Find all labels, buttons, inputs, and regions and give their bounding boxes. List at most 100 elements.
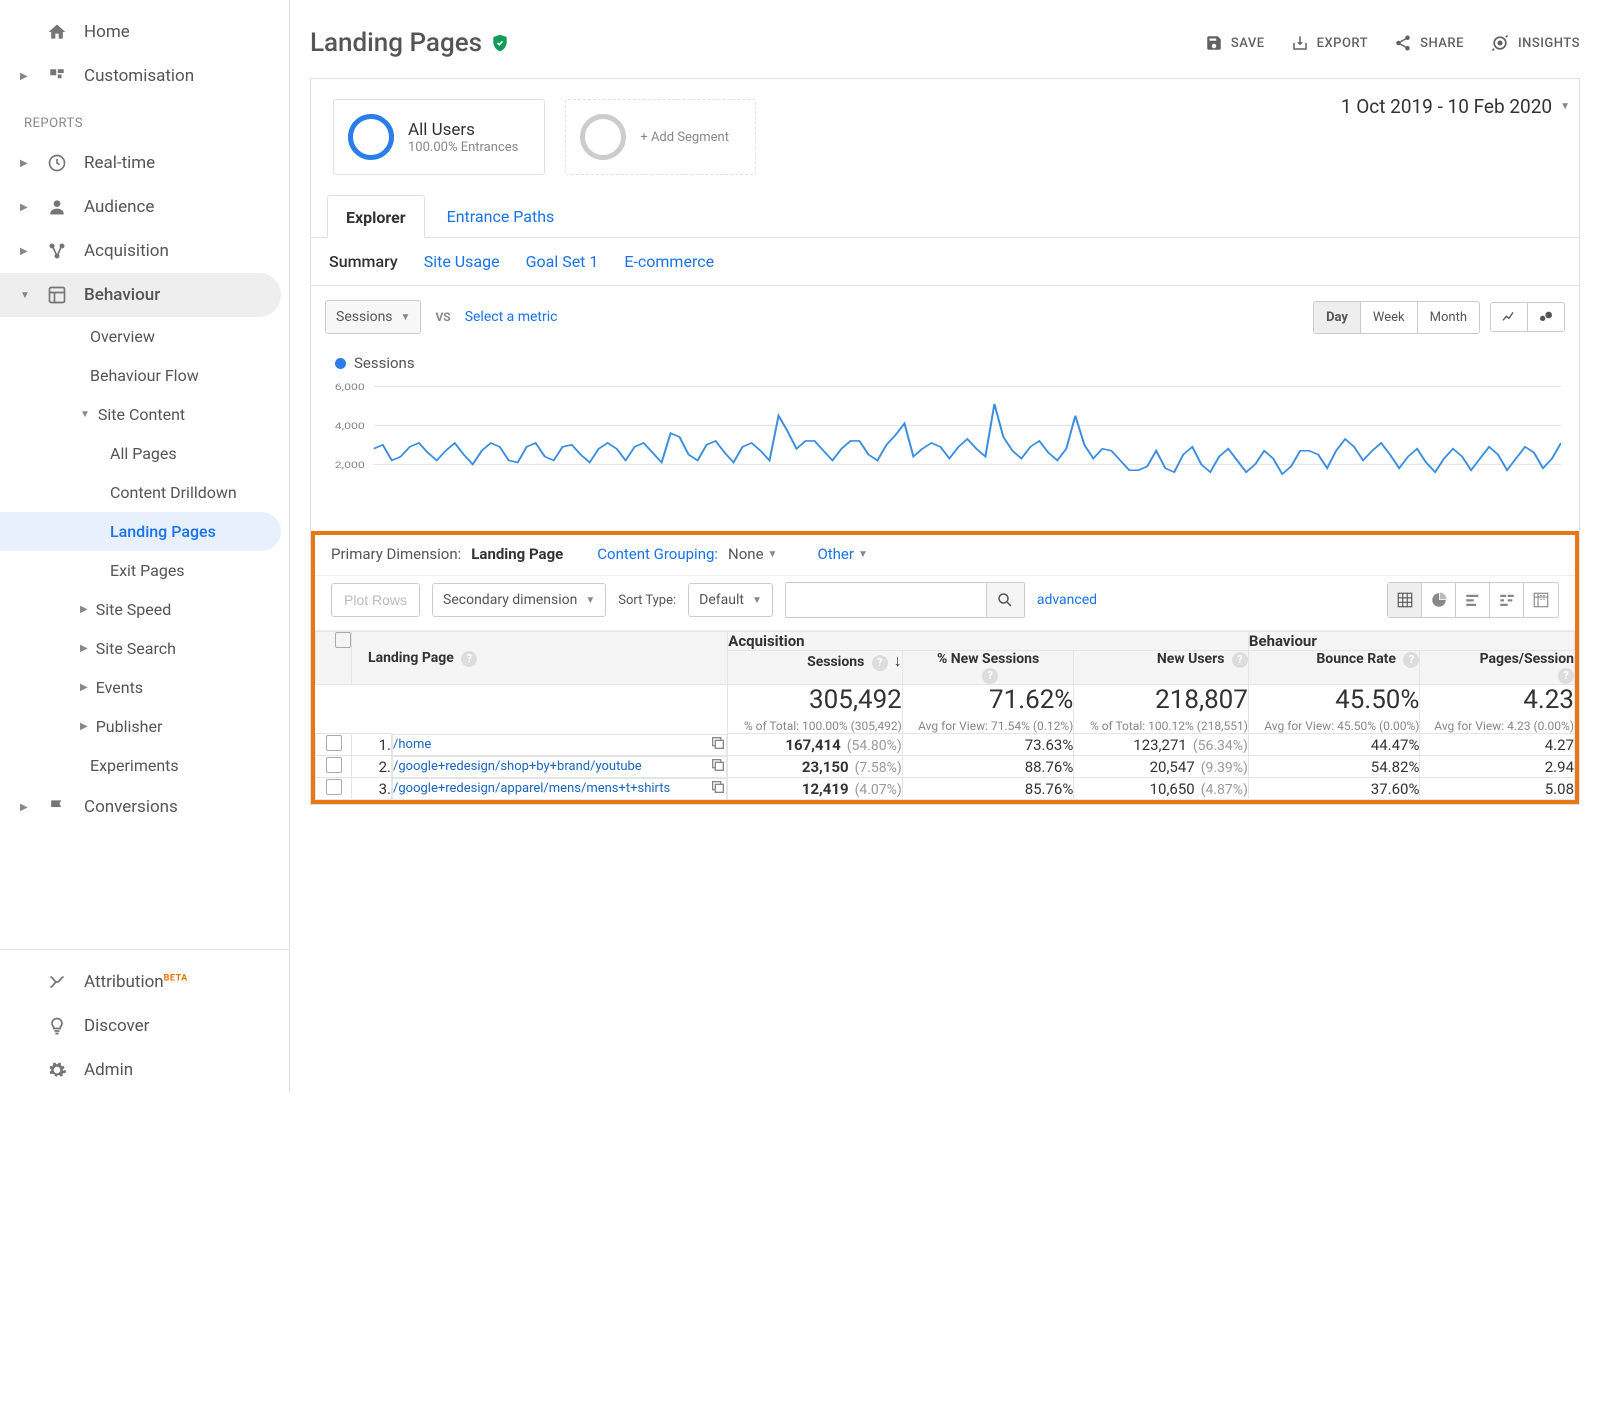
subtab-summary[interactable]: Summary	[329, 252, 398, 271]
nav-overview[interactable]: Overview	[0, 317, 289, 356]
help-icon[interactable]: ?	[982, 668, 998, 684]
add-segment-button[interactable]: + Add Segment	[565, 99, 756, 175]
help-icon[interactable]: ?	[1558, 668, 1574, 684]
cell-sessions-pct: (54.80%)	[847, 738, 902, 754]
col-new-users[interactable]: New Users	[1157, 651, 1225, 667]
landing-page-link[interactable]: /google+redesign/shop+by+brand/youtube	[393, 759, 642, 774]
nav-site-speed[interactable]: ▶Site Speed	[0, 590, 289, 629]
other-dropdown[interactable]: Other▼	[817, 545, 867, 563]
row-checkbox[interactable]	[326, 779, 342, 795]
sort-type-value: Default	[699, 592, 744, 608]
nav-home[interactable]: Home	[0, 10, 289, 54]
nav-admin[interactable]: Admin	[0, 1048, 289, 1092]
nav-discover[interactable]: Discover	[0, 1004, 289, 1048]
col-sessions[interactable]: Sessions	[807, 654, 864, 670]
data-table: Landing Page ? Acquisition Behaviour Ses…	[315, 631, 1575, 800]
landing-page-link[interactable]: /home	[393, 737, 431, 752]
caret-right-icon: ▶	[20, 802, 30, 813]
time-day[interactable]: Day	[1314, 302, 1361, 333]
nav-acquisition[interactable]: ▶ Acquisition	[0, 229, 289, 273]
nav-exit-pages[interactable]: Exit Pages	[0, 551, 289, 590]
row-checkbox[interactable]	[326, 757, 342, 773]
nav-experiments[interactable]: Experiments	[0, 746, 289, 785]
help-icon[interactable]: ?	[461, 651, 477, 667]
content-grouping-dropdown[interactable]: None▼	[728, 545, 777, 563]
svg-text:2,000: 2,000	[335, 459, 365, 470]
advanced-link[interactable]: advanced	[1037, 592, 1097, 608]
sidebar: Home ▶ Customisation REPORTS ▶ Real-time…	[0, 0, 290, 1092]
total-pct-new: 71.62%	[903, 685, 1074, 715]
export-label: EXPORT	[1317, 36, 1368, 51]
primary-dimension-value[interactable]: Landing Page	[471, 545, 563, 563]
search-input[interactable]	[786, 583, 986, 617]
time-month[interactable]: Month	[1418, 302, 1479, 333]
nav-behaviour-flow[interactable]: Behaviour Flow	[0, 356, 289, 395]
nav-conversions-label: Conversions	[84, 797, 178, 817]
landing-page-link[interactable]: /google+redesign/apparel/mens/mens+t+shi…	[393, 781, 670, 796]
view-pivot-icon[interactable]	[1524, 583, 1558, 617]
help-icon[interactable]: ?	[872, 655, 888, 671]
sort-type-dropdown[interactable]: Default▼	[688, 583, 773, 617]
date-range-picker[interactable]: 1 Oct 2019 - 10 Feb 2020 ▼	[1341, 95, 1570, 118]
subtab-site-usage[interactable]: Site Usage	[424, 252, 500, 271]
plot-rows-button[interactable]: Plot Rows	[331, 583, 420, 617]
nav-site-search[interactable]: ▶Site Search	[0, 629, 289, 668]
nav-publisher[interactable]: ▶Publisher	[0, 707, 289, 746]
save-button[interactable]: SAVE	[1205, 34, 1265, 52]
view-comparison-icon[interactable]	[1490, 583, 1524, 617]
subtab-ecommerce[interactable]: E-commerce	[624, 252, 714, 271]
nav-realtime[interactable]: ▶ Real-time	[0, 141, 289, 185]
insights-label: INSIGHTS	[1518, 36, 1580, 51]
open-external-icon[interactable]	[710, 779, 726, 799]
chart-type-motion-icon[interactable]	[1528, 303, 1564, 331]
help-icon[interactable]: ?	[1232, 652, 1248, 668]
table-row: 2./google+redesign/shop+by+brand/youtube…	[316, 756, 1575, 778]
nav-landing-pages[interactable]: Landing Pages	[0, 512, 281, 551]
col-landing-page[interactable]: Landing Page	[368, 650, 454, 666]
select-metric-link[interactable]: Select a metric	[465, 309, 558, 325]
legend-dot-icon	[335, 358, 346, 369]
help-icon[interactable]: ?	[1403, 652, 1419, 668]
subtab-goal-set-1[interactable]: Goal Set 1	[526, 252, 599, 271]
nav-content-drilldown[interactable]: Content Drilldown	[0, 473, 289, 512]
view-pie-icon[interactable]	[1422, 583, 1456, 617]
col-pct-new-sessions[interactable]: % New Sessions	[937, 651, 1039, 667]
secondary-dimension-dropdown[interactable]: Secondary dimension▼	[432, 583, 606, 617]
insights-button[interactable]: INSIGHTS	[1490, 33, 1580, 53]
segment-all-users[interactable]: All Users 100.00% Entrances	[333, 99, 545, 175]
time-week[interactable]: Week	[1361, 302, 1418, 333]
person-icon	[46, 197, 68, 217]
search-button[interactable]	[986, 583, 1024, 617]
nav-site-search-label: Site Search	[96, 639, 176, 658]
open-external-icon[interactable]	[710, 757, 726, 777]
nav-conversions[interactable]: ▶ Conversions	[0, 785, 289, 829]
nav-site-content-label: Site Content	[98, 405, 185, 424]
nav-events[interactable]: ▶Events	[0, 668, 289, 707]
tab-explorer[interactable]: Explorer	[327, 195, 425, 238]
nav-audience[interactable]: ▶ Audience	[0, 185, 289, 229]
col-group-behaviour: Behaviour	[1248, 632, 1574, 651]
sort-desc-icon[interactable]: ↓	[894, 651, 902, 670]
view-data-table-icon[interactable]	[1388, 583, 1422, 617]
select-all-checkbox[interactable]	[335, 632, 351, 648]
view-performance-icon[interactable]	[1456, 583, 1490, 617]
nav-all-pages[interactable]: All Pages	[0, 434, 289, 473]
tab-entrance-paths[interactable]: Entrance Paths	[429, 195, 573, 237]
chart-type-line-icon[interactable]	[1491, 303, 1528, 331]
nav-attribution[interactable]: AttributionBETA	[0, 960, 289, 1004]
share-button[interactable]: SHARE	[1394, 34, 1464, 52]
home-icon	[46, 22, 68, 42]
export-button[interactable]: EXPORT	[1291, 34, 1368, 52]
segment-circle-icon	[348, 114, 394, 160]
filter-row: Plot Rows Secondary dimension▼ Sort Type…	[315, 575, 1575, 631]
row-checkbox[interactable]	[326, 735, 342, 751]
metric-selector[interactable]: Sessions▼	[325, 300, 421, 334]
open-external-icon[interactable]	[710, 735, 726, 755]
caret-right-icon: ▶	[80, 604, 88, 615]
col-group-acquisition: Acquisition	[728, 632, 1249, 651]
col-pages-session[interactable]: Pages/Session	[1480, 651, 1574, 667]
nav-customisation[interactable]: ▶ Customisation	[0, 54, 289, 98]
nav-site-content[interactable]: ▼Site Content	[0, 395, 289, 434]
col-bounce-rate[interactable]: Bounce Rate	[1316, 651, 1396, 667]
nav-behaviour[interactable]: ▼ Behaviour	[0, 273, 281, 317]
